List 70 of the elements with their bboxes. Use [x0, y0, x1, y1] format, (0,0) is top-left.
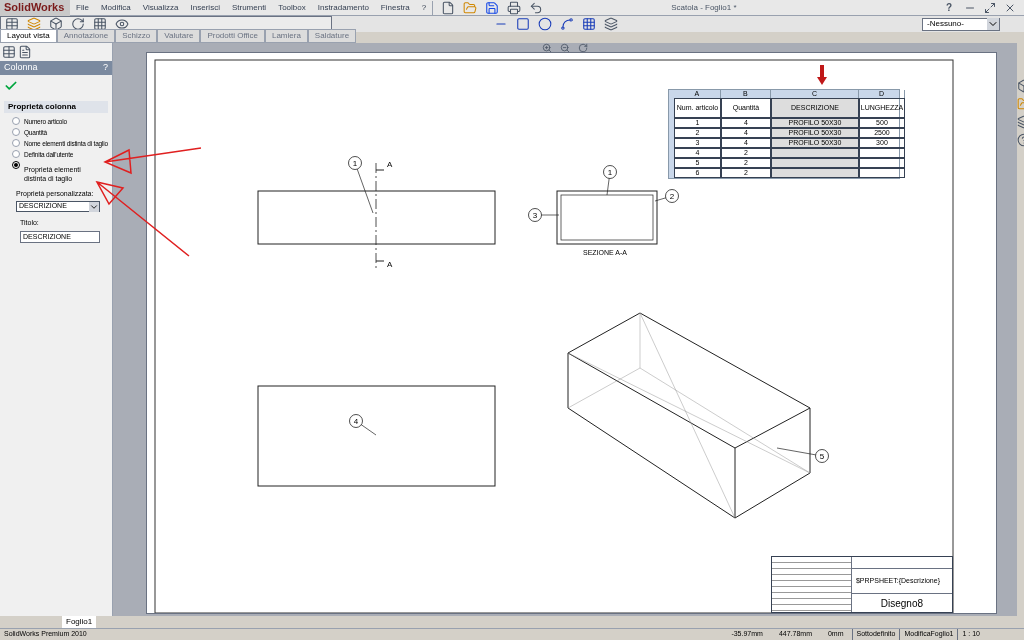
command-tab[interactable]: Annotazione: [56, 29, 116, 43]
feature-manager-icon[interactable]: [2, 45, 16, 59]
balloon-circle: [815, 449, 829, 463]
window-title: Scatola - Foglio1 *: [671, 1, 737, 14]
balloon-circle: [348, 156, 362, 170]
table-cell: [858, 148, 905, 158]
balloon-number: 5: [819, 452, 825, 461]
grid-icon[interactable]: [93, 17, 107, 31]
command-tab[interactable]: Prodotti Office: [200, 29, 265, 43]
radio-button[interactable]: [12, 149, 20, 158]
cut-letter: A: [386, 260, 393, 269]
balloon-circle: [603, 165, 617, 179]
radio-button[interactable]: [12, 116, 20, 125]
command-tab[interactable]: Layout vista: [0, 29, 57, 43]
maximize-icon[interactable]: [984, 1, 996, 14]
zoom-icon[interactable]: [541, 43, 552, 53]
rectangle-icon[interactable]: [516, 17, 530, 31]
rotate-icon[interactable]: [577, 43, 588, 53]
balloon-circle: [349, 414, 363, 428]
cut-letter: A: [386, 160, 393, 169]
zoom-out-icon[interactable]: [559, 43, 570, 53]
save-icon[interactable]: [485, 0, 500, 15]
spline-icon[interactable]: [560, 17, 574, 31]
command-tab[interactable]: Valutare: [157, 29, 201, 43]
undo-icon[interactable]: [529, 0, 544, 15]
printer-icon[interactable]: [507, 0, 522, 15]
menu-item[interactable]: ?: [415, 1, 433, 14]
balloon-number: 3: [532, 211, 538, 220]
balloon-number: 1: [352, 159, 358, 168]
balloon-number: 1: [607, 168, 613, 177]
grid-icon[interactable]: [582, 17, 596, 31]
help-menu-button[interactable]: ?: [945, 0, 952, 15]
circle-icon[interactable]: [538, 17, 552, 31]
layers-icon[interactable]: [604, 17, 618, 31]
sheet-tab[interactable]: Foglio1: [62, 616, 97, 628]
new-file-icon[interactable]: [441, 0, 456, 15]
menu-item[interactable]: Finestra: [374, 1, 416, 14]
eye-icon[interactable]: [115, 17, 129, 31]
command-tab[interactable]: Schizzo: [115, 29, 158, 43]
dropdown-arrow-icon[interactable]: [89, 201, 99, 212]
menu-item[interactable]: Visualizza: [136, 1, 185, 14]
table-cell: [858, 158, 905, 168]
panel-title: Colonna: [4, 61, 38, 74]
menu-item[interactable]: Inserisci: [184, 1, 226, 14]
radio-button[interactable]: [12, 160, 20, 169]
table-cell: [858, 168, 905, 178]
balloon-number: 4: [353, 417, 359, 426]
property-manager-icon[interactable]: [18, 45, 32, 59]
box-icon[interactable]: [49, 17, 63, 31]
radio-button[interactable]: [12, 127, 20, 136]
radio-button[interactable]: [12, 138, 20, 147]
menu-item[interactable]: File: [70, 1, 95, 14]
menu-item[interactable]: Modifica: [94, 1, 137, 14]
menu-item[interactable]: Toolbox: [272, 1, 312, 14]
app-logo: SolidWorks: [0, 0, 70, 16]
section-header: Proprietà colonna: [4, 100, 108, 113]
balloon-circle: [665, 189, 679, 203]
layers-icon[interactable]: [27, 17, 41, 31]
drawing-name: Disegno8: [879, 596, 925, 611]
balloon-number: 2: [669, 192, 675, 201]
command-tab[interactable]: Saldature: [307, 29, 357, 43]
rotate-icon[interactable]: [71, 17, 85, 31]
table-icon[interactable]: [5, 17, 19, 31]
balloon-circle: [528, 208, 542, 222]
panel-help[interactable]: ?: [102, 61, 108, 75]
menu-item[interactable]: Instradamento: [311, 1, 375, 14]
command-tab[interactable]: Lamiera: [264, 29, 308, 43]
menu-item[interactable]: Strumenti: [225, 1, 273, 14]
style-select[interactable]: -Nessuno-: [922, 17, 1000, 31]
down-arrow-icon: [816, 65, 827, 85]
